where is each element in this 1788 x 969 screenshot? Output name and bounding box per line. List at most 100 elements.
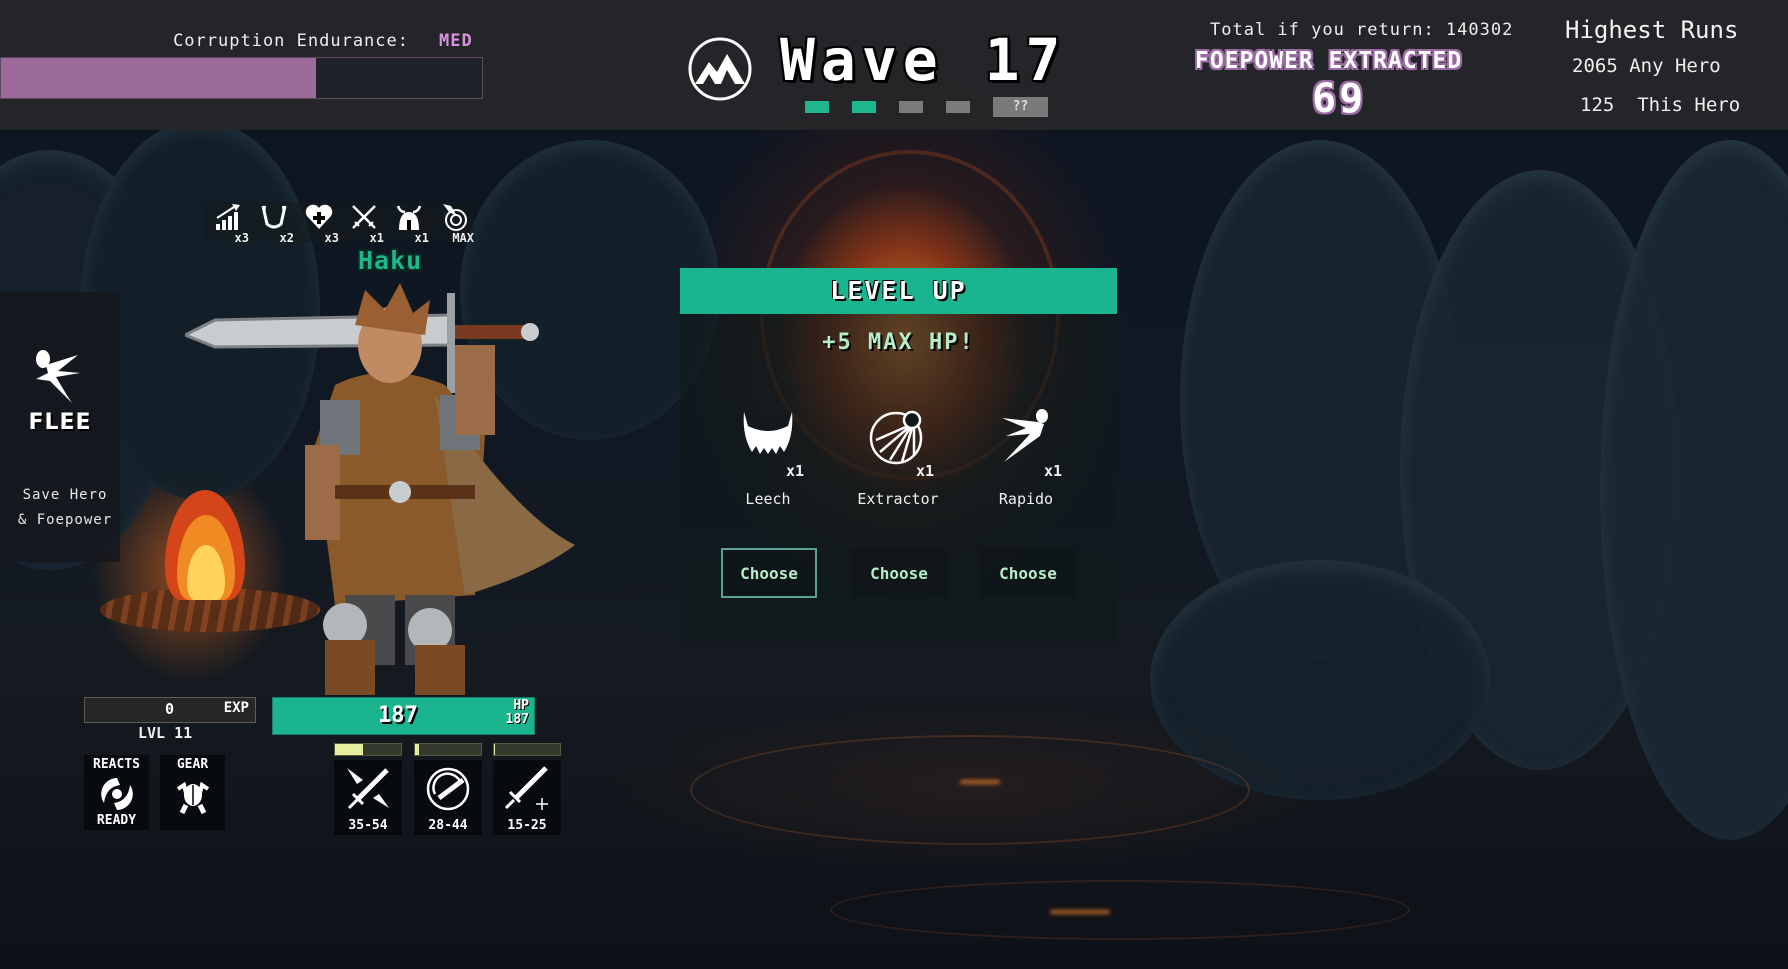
extractor-orb-icon — [869, 410, 923, 465]
hp-bar: 187 HP 187 — [272, 697, 535, 735]
level-up-option-leech: x1 Leech — [703, 406, 833, 676]
reacts-title: REACTS — [93, 757, 140, 772]
wave-title: Wave 17 — [780, 26, 1067, 94]
exp-value: 0 — [165, 700, 175, 718]
buff-fangs[interactable]: x2 — [255, 202, 294, 245]
buff-stats-up[interactable]: x3 — [210, 202, 249, 245]
dash-figure-icon — [1002, 409, 1048, 462]
gear-title: GEAR — [176, 757, 209, 772]
flee-label: FLEE — [28, 410, 92, 435]
skill-spin[interactable]: 28-44 — [414, 743, 482, 835]
choose-rapido-button[interactable]: Choose — [980, 548, 1076, 598]
horned-helmet-icon — [396, 205, 422, 230]
wave-pip — [899, 101, 923, 113]
option-count: x1 — [916, 462, 935, 480]
highest-run-label: This Hero — [1637, 94, 1741, 116]
hero-sprite — [185, 283, 575, 695]
wave-pip — [852, 101, 876, 113]
buff-count: x3 — [324, 231, 339, 245]
option-count: x1 — [1044, 462, 1063, 480]
skill-cooldown-fill — [415, 744, 419, 755]
swirl-icon — [101, 778, 133, 810]
skill-damage: 35-54 — [334, 818, 402, 835]
crossed-swords-icon — [352, 205, 376, 229]
reflection-glint — [960, 780, 1000, 784]
hero-buff-bar: x3 x2 x3 x1 x1 MAX — [204, 202, 474, 245]
choose-extractor-button[interactable]: Choose — [851, 548, 947, 598]
level-up-title: LEVEL UP — [680, 268, 1117, 314]
running-figure-icon — [36, 350, 80, 403]
highest-run-this-hero: 125 This Hero — [1580, 94, 1740, 116]
gear-button[interactable]: GEAR — [160, 755, 225, 830]
highest-run-label: Any Hero — [1629, 55, 1721, 77]
highest-run-any-hero: 2065 Any Hero — [1572, 55, 1721, 77]
skill-damage: 28-44 — [414, 818, 482, 835]
buff-count: x1 — [369, 231, 384, 245]
skill-cooldown-bar — [493, 743, 561, 756]
skill-slash[interactable]: 35-54 — [334, 743, 402, 835]
return-total-text: Total if you return: 140302 — [1210, 20, 1514, 40]
wave-pip — [946, 101, 970, 113]
armor-icon — [176, 781, 210, 815]
top-bar: Corruption Endurance: MED Wave 17 ?? Tot… — [0, 0, 1788, 130]
skill-cooldown-bar — [334, 743, 402, 756]
spin-sword-icon — [426, 767, 470, 811]
radar-strike-icon — [443, 204, 467, 231]
corruption-level: MED — [439, 31, 473, 51]
reacts-button[interactable]: REACTS READY — [84, 755, 149, 830]
wave-progress: ?? — [805, 97, 1048, 117]
hp-max: 187 — [505, 712, 529, 727]
flee-button[interactable]: FLEE Save Hero & Foepower — [0, 292, 120, 562]
option-name: Rapido — [998, 490, 1054, 508]
buff-heart-plus[interactable]: x3 — [300, 202, 339, 245]
flee-subtitle-line1: Save Hero — [22, 487, 108, 503]
highest-run-value: 2065 — [1572, 55, 1618, 77]
hero-name: Haku — [358, 246, 423, 275]
level-up-reward: +5 MAX HP! — [822, 330, 975, 355]
wave-pip — [805, 101, 829, 113]
skill-cooldown-fill — [335, 744, 363, 755]
buff-radar-strike[interactable]: MAX — [435, 202, 474, 245]
foepower-extracted-value: 69 — [1312, 76, 1367, 122]
reflection-glint — [1050, 910, 1110, 914]
heart-plus-icon — [305, 204, 333, 229]
level-up-panel: LEVEL UP +5 MAX HP! x1 Leech x1 Extracto… — [680, 268, 1117, 642]
skill-icon-frame — [334, 760, 402, 818]
skill-sparkle-sword[interactable]: 15-25 — [493, 743, 561, 835]
buff-count: MAX — [452, 231, 474, 245]
water-ripple — [830, 880, 1410, 940]
water-ripple — [690, 735, 1250, 845]
buff-count: x2 — [279, 231, 294, 245]
mountain-icon — [688, 37, 752, 101]
sword-sparkle-icon — [504, 766, 548, 810]
exp-bar: 0 EXP — [84, 697, 256, 723]
hp-label: HP — [513, 698, 529, 713]
choose-leech-button[interactable]: Choose — [721, 548, 817, 598]
boss-wave-pip: ?? — [993, 97, 1048, 117]
buff-count: x3 — [234, 231, 249, 245]
hero-level: LVL 11 — [138, 724, 193, 742]
fangs-icon — [261, 205, 287, 229]
skill-cooldown-bar — [414, 743, 482, 756]
level-up-option-rapido: x1 Rapido — [961, 406, 1091, 676]
flee-subtitle-line2: & Foepower — [17, 512, 113, 528]
stats-up-icon — [216, 204, 240, 230]
skill-damage: 15-25 — [493, 818, 561, 835]
skill-icon-frame — [493, 760, 561, 818]
hp-current: 187 — [378, 703, 418, 728]
buff-horned-helmet[interactable]: x1 — [390, 202, 429, 245]
highest-runs-title: Highest Runs — [1565, 16, 1739, 44]
reacts-status: READY — [96, 813, 137, 828]
corruption-bar-fill — [1, 58, 317, 98]
option-name: Extractor — [857, 490, 939, 508]
level-up-option-extractor: x1 Extractor — [833, 406, 963, 676]
option-name: Leech — [745, 490, 791, 508]
corruption-endurance-label: Corruption Endurance: — [173, 31, 409, 51]
buff-crossed-swords[interactable]: x1 — [345, 202, 384, 245]
skill-cooldown-fill — [494, 744, 496, 755]
buff-count: x1 — [414, 231, 429, 245]
fangs-icon — [743, 412, 793, 454]
skill-icon-frame — [414, 760, 482, 818]
corruption-bar — [0, 57, 483, 99]
exp-label: EXP — [223, 700, 249, 716]
